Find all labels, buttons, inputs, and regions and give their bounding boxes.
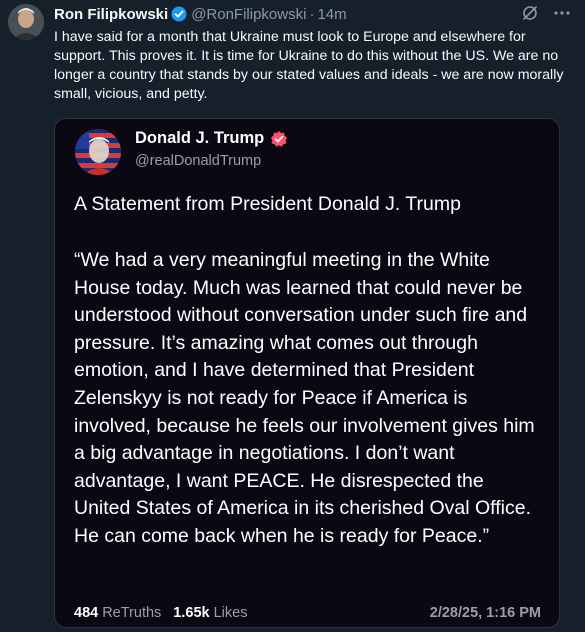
author-handle[interactable]: @RonFilipkowski [191, 6, 306, 23]
quoted-date[interactable]: 2/28/25, 1:16 PM [430, 605, 541, 621]
header-actions [521, 4, 571, 27]
retruths-stat[interactable]: 484 ReTruths [74, 605, 161, 621]
tweet-text: I have said for a month that Ukraine mus… [54, 29, 564, 102]
likes-stat[interactable]: 1.65k Likes [173, 605, 247, 621]
grok-icon[interactable] [521, 4, 539, 27]
separator-dot: · [309, 5, 315, 23]
quoted-title: A Statement from President Donald J. Tru… [74, 193, 461, 215]
retruths-label: ReTruths [102, 605, 162, 621]
quoted-avatar[interactable] [75, 129, 121, 175]
quoted-author-handle[interactable]: @realDonaldTrump [135, 153, 261, 169]
likes-count: 1.65k [173, 605, 210, 621]
more-icon[interactable] [553, 4, 571, 27]
avatar[interactable] [8, 4, 44, 40]
timestamp[interactable]: 14m [317, 6, 346, 23]
quoted-footer: 484 ReTruths 1.65k Likes 2/28/25, 1:16 P… [74, 603, 541, 623]
tweet-header: Ron Filipkowski @RonFilipkowski · 14m [54, 4, 571, 24]
verified-icon [171, 6, 187, 22]
author-name[interactable]: Ron Filipkowski [54, 6, 168, 23]
retruths-count: 484 [74, 605, 99, 621]
quoted-body: “We had a very meaningful meeting in the… [74, 249, 535, 547]
likes-label: Likes [213, 605, 248, 621]
quoted-post-card[interactable]: Donald J. Trump @realDonaldTrump A State… [54, 118, 560, 628]
quoted-author-name[interactable]: Donald J. Trump [135, 129, 264, 148]
quoted-author: Donald J. Trump [135, 129, 288, 148]
verified-badge-icon [270, 130, 288, 148]
tweet: Ron Filipkowski @RonFilipkowski · 14m I … [0, 0, 585, 632]
